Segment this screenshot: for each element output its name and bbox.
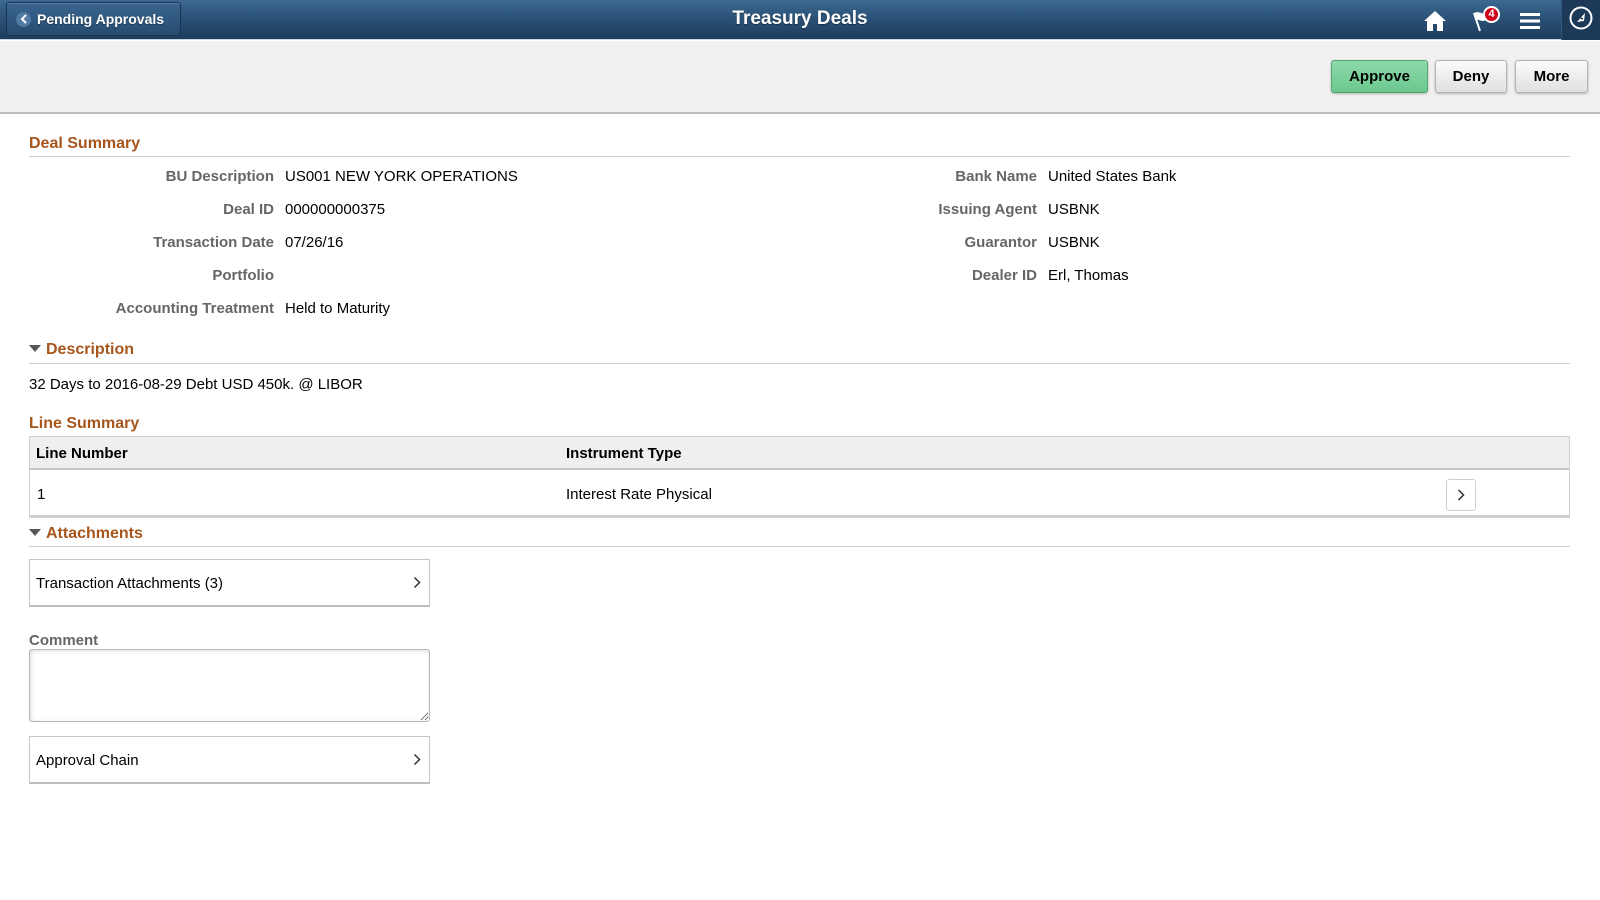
deal-summary-heading: Deal Summary: [29, 135, 141, 152]
chevron-right-icon: [413, 576, 421, 589]
instrument-type-cell: Interest Rate Physical: [566, 486, 712, 503]
grid-header-row: Line Number Instrument Type: [30, 437, 1569, 470]
line-summary-grid: Line Number Instrument Type 1 Interest R…: [29, 436, 1570, 518]
issuing-agent-label: Issuing Agent: [938, 201, 1037, 218]
issuing-agent-value: USBNK: [1048, 201, 1100, 218]
guarantor-label: Guarantor: [964, 234, 1037, 251]
transaction-attachments-label: Transaction Attachments (3): [36, 575, 224, 592]
action-toolbar: Approve Deny More: [0, 41, 1600, 114]
bu-description-value: US001 NEW YORK OPERATIONS: [285, 168, 518, 185]
portfolio-label: Portfolio: [212, 267, 274, 284]
more-button[interactable]: More: [1515, 60, 1588, 93]
transaction-date-label: Transaction Date: [153, 234, 274, 251]
navbar-compass-icon: [1568, 5, 1594, 36]
attachments-heading-label: Attachments: [46, 525, 143, 542]
comment-label: Comment: [29, 632, 99, 649]
home-icon[interactable]: [1421, 7, 1449, 35]
navbar-button[interactable]: [1561, 0, 1600, 40]
section-divider: [29, 363, 1570, 364]
bu-description-label: BU Description: [165, 168, 274, 185]
approval-chain-link[interactable]: Approval Chain: [29, 736, 430, 784]
attachments-collapsible-heading[interactable]: Attachments: [29, 525, 143, 543]
deal-id-value: 000000000375: [285, 201, 386, 218]
back-button-label: Pending Approvals: [37, 11, 165, 27]
deny-button[interactable]: Deny: [1435, 60, 1507, 93]
collapse-arrow-icon: [29, 529, 41, 536]
collapse-arrow-icon: [29, 345, 41, 352]
section-divider: [29, 156, 1570, 157]
row-detail-button[interactable]: [1446, 479, 1476, 511]
section-divider: [29, 546, 1570, 547]
top-banner: Pending Approvals Treasury Deals 4: [0, 0, 1600, 40]
chevron-right-icon: [413, 753, 421, 766]
back-button-pending-approvals[interactable]: Pending Approvals: [6, 2, 181, 36]
line-summary-heading: Line Summary: [29, 415, 140, 432]
column-header-instrument-type: Instrument Type: [566, 445, 682, 462]
page-title: Treasury Deals: [732, 8, 868, 29]
chevron-right-icon: [1457, 489, 1465, 501]
guarantor-value: USBNK: [1048, 234, 1100, 251]
bank-name-label: Bank Name: [955, 168, 1037, 185]
notification-count-badge: 4: [1483, 6, 1500, 23]
description-heading-label: Description: [46, 341, 135, 358]
dealer-id-value: Erl, Thomas: [1048, 267, 1129, 284]
hamburger-menu-icon[interactable]: [1516, 7, 1544, 35]
description-text: 32 Days to 2016-08-29 Debt USD 450k. @ L…: [29, 376, 363, 393]
accounting-treatment-value: Held to Maturity: [285, 300, 391, 317]
comment-textarea[interactable]: [29, 649, 430, 722]
line-number-cell: 1: [37, 486, 46, 503]
approval-chain-label: Approval Chain: [36, 752, 139, 769]
deal-id-label: Deal ID: [223, 201, 274, 218]
column-header-line-number: Line Number: [36, 445, 128, 462]
accounting-treatment-label: Accounting Treatment: [115, 300, 274, 317]
transaction-attachments-link[interactable]: Transaction Attachments (3): [29, 559, 430, 607]
description-collapsible-heading[interactable]: Description: [29, 341, 134, 359]
transaction-date-value: 07/26/16: [285, 234, 344, 251]
chevron-left-icon: [16, 11, 31, 27]
bank-name-value: United States Bank: [1048, 168, 1177, 185]
dealer-id-label: Dealer ID: [971, 267, 1037, 284]
approve-button[interactable]: Approve: [1331, 60, 1428, 93]
